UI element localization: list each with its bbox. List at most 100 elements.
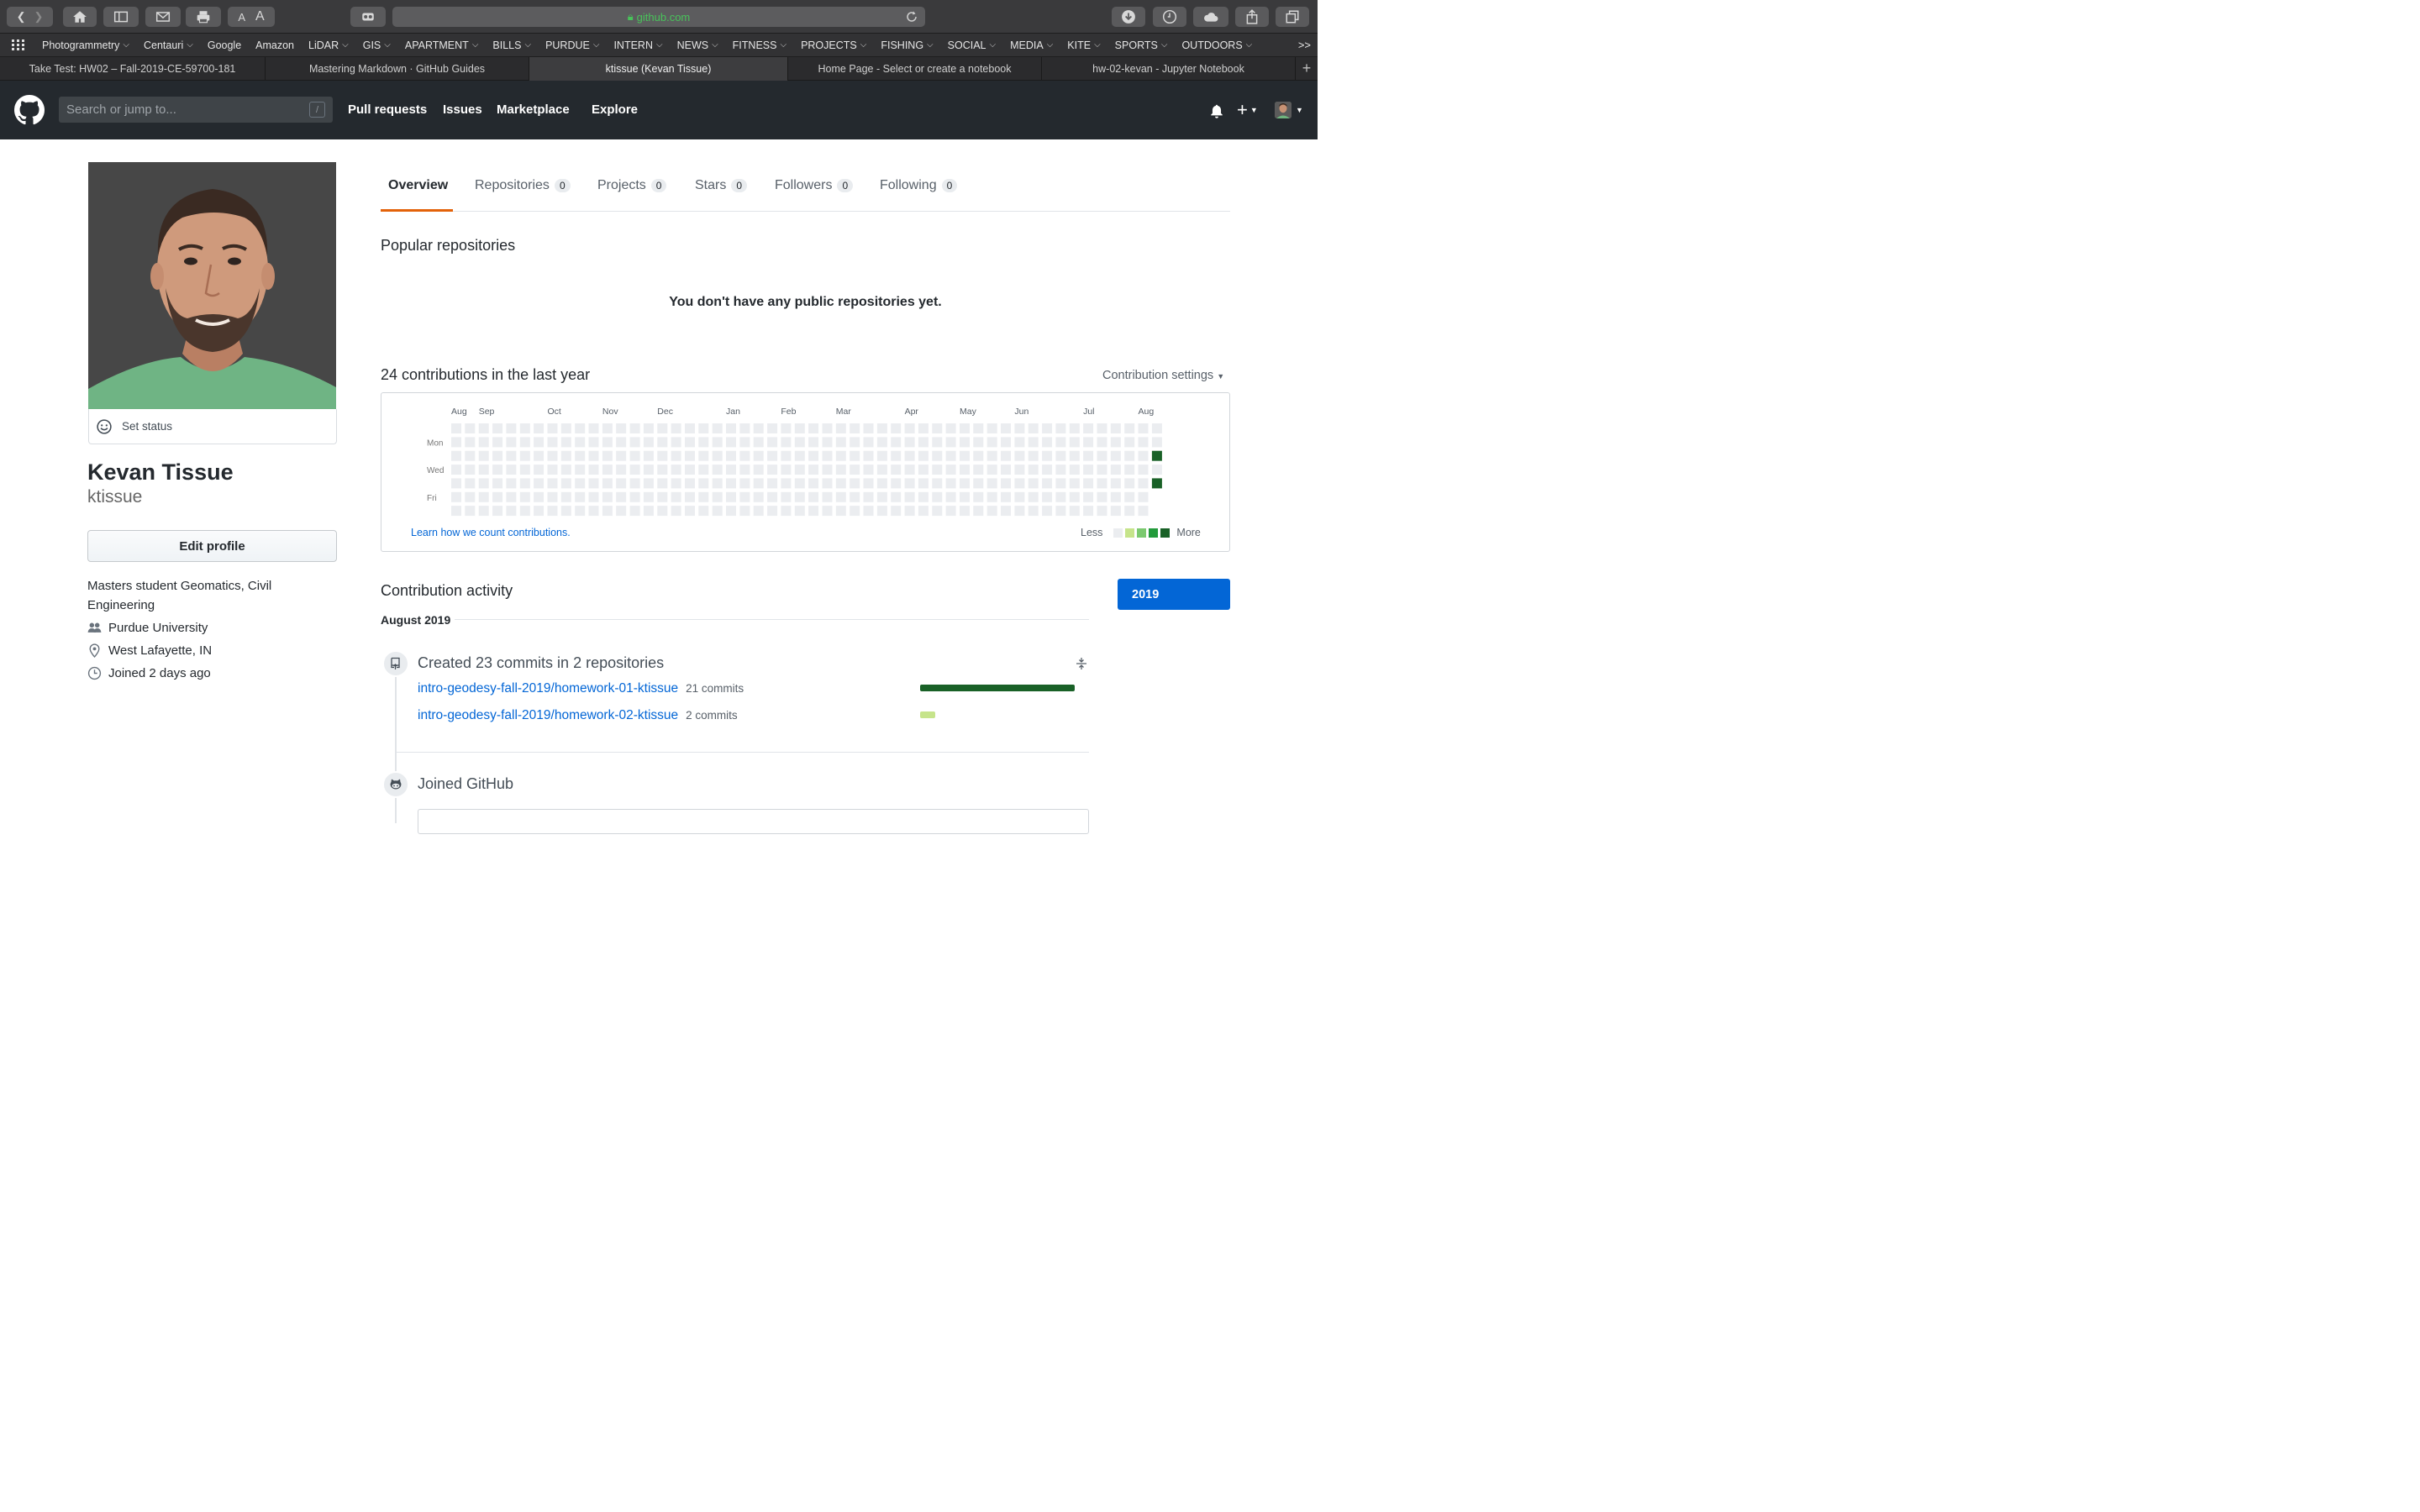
contribution-day[interactable]: [1069, 423, 1080, 433]
contribution-day[interactable]: [465, 450, 476, 461]
contribution-day[interactable]: [1110, 423, 1121, 433]
nav-pull-requests[interactable]: Pull requests: [348, 102, 427, 117]
contribution-day[interactable]: [739, 491, 750, 502]
bookmark-item[interactable]: SOCIAL ⌵: [948, 39, 996, 51]
icloud-button[interactable]: [1193, 7, 1228, 27]
contribution-day[interactable]: [451, 423, 461, 433]
contribution-day[interactable]: [863, 437, 874, 448]
contribution-day[interactable]: [657, 465, 668, 475]
contribution-day[interactable]: [451, 437, 461, 448]
forward-icon[interactable]: ❯: [34, 10, 44, 24]
contribution-day[interactable]: [794, 478, 805, 489]
contribution-day[interactable]: [973, 506, 984, 517]
contribution-day[interactable]: [506, 437, 517, 448]
contribution-day[interactable]: [753, 491, 764, 502]
contribution-day[interactable]: [726, 491, 736, 502]
contribution-day[interactable]: [1110, 450, 1121, 461]
contribution-day[interactable]: [616, 491, 627, 502]
contribution-day[interactable]: [1014, 450, 1025, 461]
contribution-day[interactable]: [876, 423, 887, 433]
contribution-day[interactable]: [794, 465, 805, 475]
back-icon[interactable]: ❮: [17, 10, 26, 24]
bookmark-item[interactable]: PURDUE ⌵: [545, 39, 599, 51]
contribution-day[interactable]: [685, 478, 695, 489]
back-forward-buttons[interactable]: ❮ ❯: [7, 7, 53, 27]
bookmark-item[interactable]: INTERN ⌵: [613, 39, 662, 51]
set-status-button[interactable]: Set status: [88, 409, 337, 444]
bookmark-item[interactable]: SPORTS ⌵: [1115, 39, 1168, 51]
contribution-day[interactable]: [1083, 478, 1094, 489]
contribution-day[interactable]: [575, 450, 586, 461]
contribution-day[interactable]: [685, 491, 695, 502]
contribution-day[interactable]: [973, 437, 984, 448]
contribution-day[interactable]: [547, 450, 558, 461]
contribution-day[interactable]: [478, 478, 489, 489]
contribution-day[interactable]: [560, 423, 571, 433]
contribution-day[interactable]: [698, 491, 709, 502]
contribution-day[interactable]: [1042, 423, 1053, 433]
bookmark-item[interactable]: Google: [208, 39, 241, 51]
contribution-day[interactable]: [753, 506, 764, 517]
contribution-day[interactable]: [753, 450, 764, 461]
contribution-day[interactable]: [863, 450, 874, 461]
mail-button[interactable]: [145, 7, 181, 27]
contribution-day[interactable]: [850, 437, 860, 448]
contribution-day[interactable]: [506, 506, 517, 517]
contribution-day[interactable]: [643, 491, 654, 502]
contribution-day[interactable]: [794, 491, 805, 502]
contribution-day[interactable]: [575, 478, 586, 489]
contribution-day[interactable]: [465, 423, 476, 433]
contribution-day[interactable]: [519, 478, 530, 489]
contribution-day[interactable]: [588, 506, 599, 517]
contribution-day[interactable]: [891, 491, 902, 502]
contribution-day[interactable]: [492, 450, 503, 461]
browser-tab[interactable]: Mastering Markdown · GitHub Guides: [266, 57, 529, 81]
contribution-day[interactable]: [1151, 437, 1162, 448]
contribution-day[interactable]: [478, 437, 489, 448]
contribution-day[interactable]: [850, 478, 860, 489]
contribution-day[interactable]: [863, 423, 874, 433]
contribution-day[interactable]: [753, 465, 764, 475]
contribution-day[interactable]: [918, 506, 929, 517]
contribution-day[interactable]: [960, 437, 970, 448]
contribution-day[interactable]: [960, 423, 970, 433]
contribution-day[interactable]: [781, 423, 792, 433]
contribution-day[interactable]: [1110, 478, 1121, 489]
contribution-day[interactable]: [918, 465, 929, 475]
contribution-day[interactable]: [986, 450, 997, 461]
contribution-day[interactable]: [1110, 506, 1121, 517]
contribution-day[interactable]: [1069, 506, 1080, 517]
contribution-day[interactable]: [588, 423, 599, 433]
contribution-day[interactable]: [560, 506, 571, 517]
contribution-day[interactable]: [781, 478, 792, 489]
contribution-day[interactable]: [465, 491, 476, 502]
contribution-day[interactable]: [1028, 465, 1039, 475]
bookmark-item[interactable]: APARTMENT ⌵: [405, 39, 479, 51]
contribution-day[interactable]: [1055, 450, 1066, 461]
contribution-day[interactable]: [629, 437, 640, 448]
contribution-day[interactable]: [629, 478, 640, 489]
contribution-day[interactable]: [822, 478, 833, 489]
contribution-day[interactable]: [616, 506, 627, 517]
bookmark-item[interactable]: GIS ⌵: [363, 39, 391, 51]
contribution-day[interactable]: [835, 506, 846, 517]
contribution-day[interactable]: [1124, 478, 1135, 489]
contribution-day[interactable]: [602, 450, 613, 461]
create-new-menu[interactable]: + ▼: [1237, 99, 1258, 121]
contribution-day[interactable]: [835, 450, 846, 461]
contribution-day[interactable]: [781, 437, 792, 448]
contribution-day[interactable]: [1097, 465, 1107, 475]
search-input[interactable]: Search or jump to... /: [59, 97, 333, 123]
contribution-day[interactable]: [685, 437, 695, 448]
contribution-day[interactable]: [685, 423, 695, 433]
contribution-day[interactable]: [519, 506, 530, 517]
contribution-day[interactable]: [588, 450, 599, 461]
contribution-day[interactable]: [918, 478, 929, 489]
contribution-day[interactable]: [478, 423, 489, 433]
contribution-day[interactable]: [1069, 491, 1080, 502]
repo-commit-count[interactable]: 2 commits: [686, 709, 738, 722]
contribution-day[interactable]: [753, 437, 764, 448]
contribution-day[interactable]: [932, 450, 943, 461]
contribution-day[interactable]: [932, 478, 943, 489]
contribution-day[interactable]: [904, 478, 915, 489]
